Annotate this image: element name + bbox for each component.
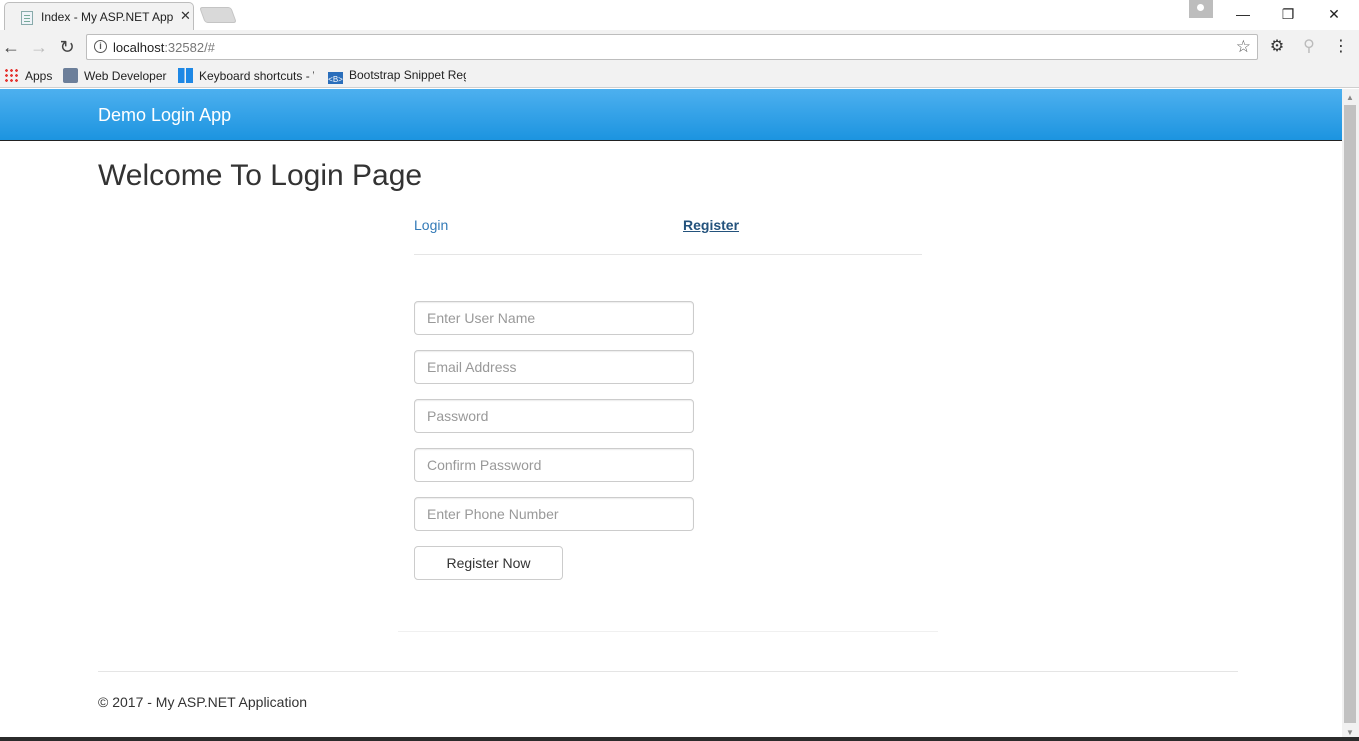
url-path: :32582/# [164,40,215,55]
windows-logo-icon [178,68,193,83]
navbar-brand[interactable]: Demo Login App [98,105,231,126]
browser-tabstrip: Index - My ASP.NET Appl ✕ — ❐ ✕ [0,0,1359,30]
bookmark-web-developer[interactable]: Web Developer [63,68,167,84]
tab-login[interactable]: Login [414,217,448,233]
tab-title: Index - My ASP.NET Appl [41,10,173,24]
bootstrap-icon: <B> [328,72,343,84]
web-developer-icon [63,68,78,83]
browser-tab[interactable]: Index - My ASP.NET Appl ✕ [4,2,194,30]
password-input[interactable] [414,399,694,433]
apps-grid-icon [4,68,19,83]
footer-divider [98,671,1238,672]
bookmarks-bar: Apps Web Developer Keyboard shortcuts - … [0,64,1359,88]
extension-icon[interactable]: ⚲ [1299,37,1319,57]
profile-icon[interactable] [1189,0,1213,18]
close-tab-icon[interactable]: ✕ [180,8,191,23]
taskbar-edge [0,737,1359,741]
confirm-password-input[interactable] [414,448,694,482]
back-icon[interactable]: ← [0,36,22,58]
bookmark-label: Bootstrap Snippet Reg [349,68,466,82]
bookmark-apps[interactable]: Apps [4,68,52,84]
bookmark-bootstrap-snippet[interactable]: <B> Bootstrap Snippet Reg [328,68,466,84]
panel-divider [398,631,938,632]
bookmark-label: Web Developer [84,69,167,83]
register-now-button[interactable]: Register Now [414,546,563,580]
bookmark-star-icon[interactable]: ☆ [1236,37,1251,57]
reload-icon[interactable]: ↻ [56,36,78,58]
username-input[interactable] [414,301,694,335]
close-window-button[interactable]: ✕ [1311,0,1357,28]
navbar: Demo Login App [0,89,1342,141]
url-host: localhost [113,40,165,55]
scroll-up-icon[interactable]: ▲ [1346,93,1354,102]
page-favicon-icon [21,11,33,25]
email-input[interactable] [414,350,694,384]
settings-extension-icon[interactable]: ⚙ [1267,37,1287,57]
browser-menu-icon[interactable]: ⋮ [1331,37,1351,57]
site-info-icon[interactable]: i [94,40,107,53]
bookmark-label: Keyboard shortcuts - W [199,69,314,83]
maximize-button[interactable]: ❐ [1265,0,1311,28]
scroll-down-icon[interactable]: ▼ [1346,728,1354,737]
tab-register[interactable]: Register [683,217,739,233]
browser-toolbar: ← → ↻ i localhost:32582/# ☆ ⚙ ⚲ ⋮ [0,30,1359,64]
page-scrollbar[interactable]: ▲ ▼ [1342,89,1359,741]
scroll-thumb[interactable] [1344,105,1356,723]
forward-icon[interactable]: → [28,36,50,58]
bookmark-keyboard-shortcuts[interactable]: Keyboard shortcuts - W [178,68,314,84]
auth-tabs: Login Register [414,215,922,255]
minimize-button[interactable]: — [1220,0,1266,28]
new-tab-button[interactable] [199,7,237,23]
page-viewport: Demo Login App Welcome To Login Page Log… [0,89,1342,741]
bookmark-label: Apps [25,69,53,83]
address-bar[interactable]: i localhost:32582/# ☆ [86,34,1258,60]
url-text[interactable]: localhost:32582/# [113,40,215,55]
phone-input[interactable] [414,497,694,531]
page-title: Welcome To Login Page [98,159,423,192]
footer-text: © 2017 - My ASP.NET Application [98,694,308,710]
